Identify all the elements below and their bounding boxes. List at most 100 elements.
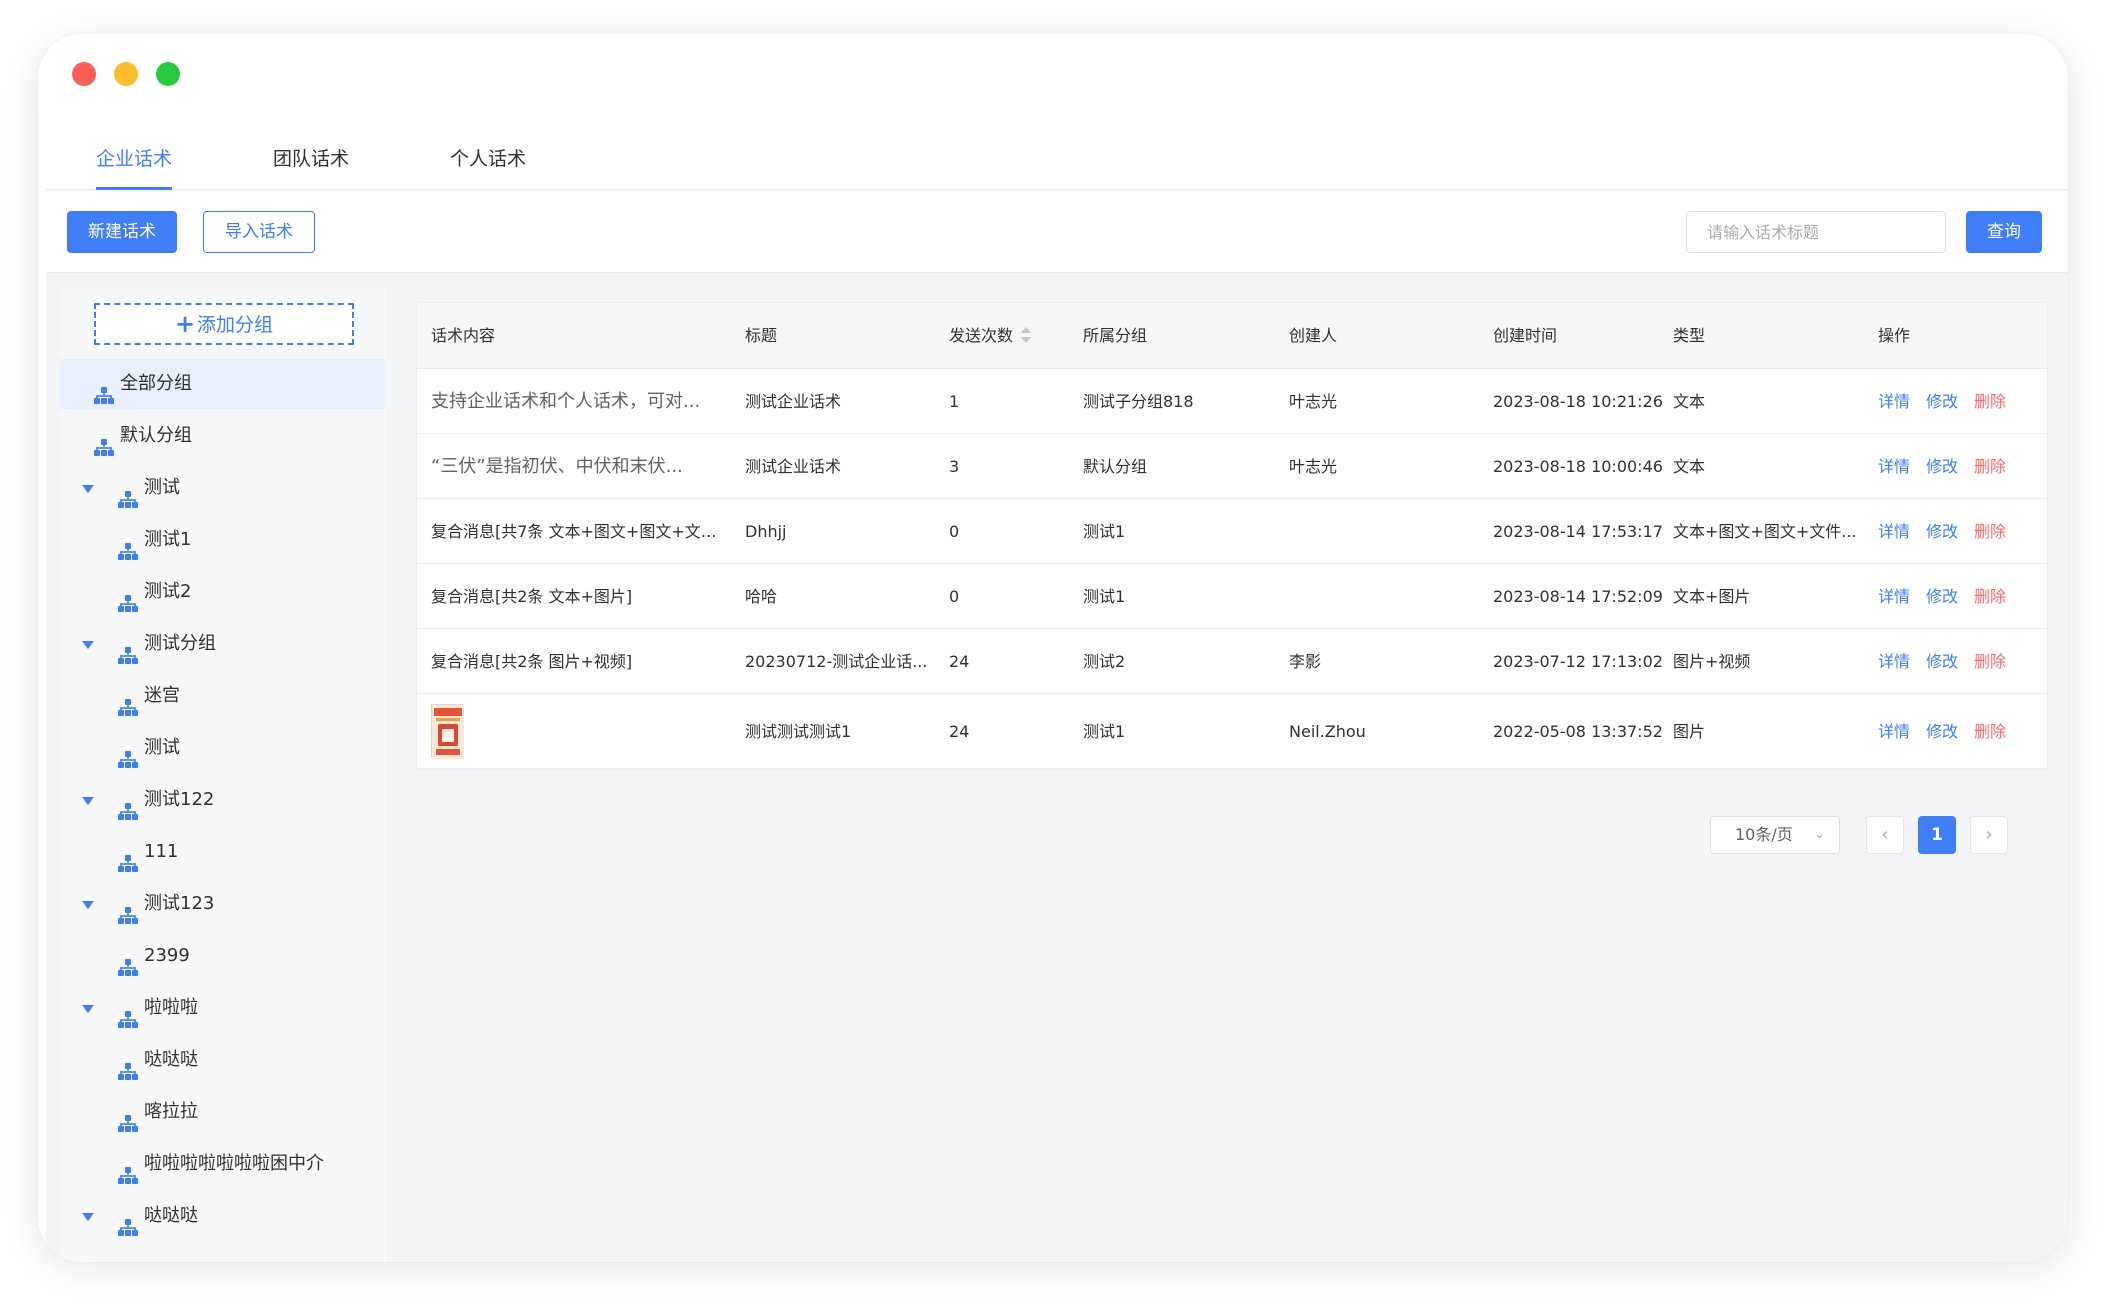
tree-item-label: 2399	[144, 945, 190, 966]
tree-item[interactable]: 111	[60, 827, 386, 877]
cell-created-time: 2022-05-08 13:37:52	[1493, 722, 1663, 741]
tab-personal-scripts[interactable]: 个人话术	[450, 126, 526, 190]
toolbar: 新建话术 导入话术 查询	[46, 191, 2068, 273]
edit-link[interactable]: 修改	[1926, 564, 1958, 629]
chevron-right-icon: ›	[1985, 824, 1993, 845]
group-sidebar: + 添加分组 全部分组 默认分组 测试 测试1 测试2 测试分组 迷宫 测试 测试122 111 测试…	[60, 289, 386, 1262]
send-count-label: 发送次数	[949, 326, 1014, 345]
maximize-window-button[interactable]	[156, 62, 180, 86]
column-header-created-time: 创建时间	[1493, 326, 1558, 345]
tree-item[interactable]: 测试1	[60, 515, 386, 565]
page-size-select[interactable]: 10条/页 ⌄	[1710, 816, 1840, 854]
delete-link[interactable]: 删除	[1974, 499, 2006, 564]
query-button[interactable]: 查询	[1966, 211, 2042, 253]
table-row: 测试测试测试1 24 测试1 Neil.Zhou 2022-05-08 13:37:52…	[417, 694, 2047, 769]
detail-link[interactable]: 详情	[1878, 369, 1910, 434]
page-number-1[interactable]: 1	[1918, 816, 1956, 854]
group-icon	[94, 427, 114, 456]
tree-item[interactable]: 测试122	[60, 775, 386, 825]
detail-link[interactable]: 详情	[1878, 694, 1910, 769]
delete-link[interactable]: 删除	[1974, 434, 2006, 499]
edit-link[interactable]: 修改	[1926, 434, 1958, 499]
prev-page-button[interactable]: ‹	[1866, 816, 1904, 854]
tree-item[interactable]: 哒哒哒	[60, 1191, 386, 1241]
image-thumbnail[interactable]	[431, 704, 464, 759]
tree-item[interactable]: 喀拉拉	[60, 1087, 386, 1137]
tree-item[interactable]: 测试分组	[60, 619, 386, 669]
tree-item-label: 测试2	[144, 581, 192, 602]
edit-link[interactable]: 修改	[1926, 369, 1958, 434]
tree-item[interactable]: 啦啦啦	[60, 983, 386, 1033]
cell-send-count: 1	[949, 392, 960, 411]
cell-type: 文本+图文+图文+文件...	[1673, 522, 1857, 541]
search-input[interactable]	[1686, 211, 1946, 253]
minimize-window-button[interactable]	[114, 62, 138, 86]
cell-type: 文本	[1673, 392, 1706, 411]
delete-link[interactable]: 删除	[1974, 369, 2006, 434]
tree-item[interactable]: 测试	[60, 723, 386, 773]
column-header-type: 类型	[1673, 326, 1706, 345]
cell-title: 20230712-测试企业话...	[745, 652, 928, 671]
cell-creator	[1289, 499, 1479, 564]
detail-link[interactable]: 详情	[1878, 434, 1910, 499]
caret-down-icon[interactable]	[82, 485, 94, 493]
caret-down-icon[interactable]	[82, 1213, 94, 1221]
cell-created-time: 2023-08-14 17:53:17	[1493, 522, 1663, 541]
column-header-actions: 操作	[1878, 326, 1911, 345]
tree-item[interactable]: 测试123	[60, 879, 386, 929]
cell-send-count: 0	[949, 522, 960, 541]
group-icon	[118, 583, 138, 612]
tab-team-scripts[interactable]: 团队话术	[273, 126, 349, 190]
cell-type: 文本	[1673, 457, 1706, 476]
caret-down-icon[interactable]	[82, 641, 94, 649]
sort-icon[interactable]	[1021, 327, 1032, 343]
cell-send-count: 3	[949, 457, 960, 476]
add-group-button[interactable]: + 添加分组	[94, 303, 354, 345]
detail-link[interactable]: 详情	[1878, 629, 1910, 694]
group-icon	[118, 687, 138, 716]
column-header-send-count[interactable]: 发送次数	[949, 303, 1032, 369]
edit-link[interactable]: 修改	[1926, 499, 1958, 564]
delete-link[interactable]: 删除	[1974, 564, 2006, 629]
cell-created-time: 2023-08-14 17:52:09	[1493, 587, 1663, 606]
table-row: 复合消息[共2条 文本+图片] 哈哈 0 测试1 2023-08-14 17:52:09…	[417, 564, 2047, 629]
tree-item[interactable]: 哒哒哒	[60, 1035, 386, 1085]
tree-item[interactable]: 啦啦啦啦啦啦啦困中介	[60, 1139, 386, 1189]
tree-item[interactable]: 2399	[60, 931, 386, 981]
cell-group: 测试1	[1083, 522, 1126, 541]
tree-item-label: 迷宫	[144, 685, 180, 706]
cell-creator: 叶志光	[1289, 392, 1338, 411]
caret-down-icon[interactable]	[82, 1005, 94, 1013]
tree-item[interactable]: 全部分组	[60, 359, 386, 409]
next-page-button[interactable]: ›	[1970, 816, 2008, 854]
cell-content: “三伏”是指初伏、中伏和末伏...	[431, 456, 683, 477]
tab-enterprise-scripts[interactable]: 企业话术	[96, 126, 173, 190]
group-icon	[118, 791, 138, 820]
close-window-button[interactable]	[72, 62, 96, 86]
cell-created-time: 2023-08-18 10:21:26	[1493, 392, 1663, 411]
edit-link[interactable]: 修改	[1926, 694, 1958, 769]
table-row: 支持企业话术和个人话术，可对... 测试企业话术 1 测试子分组818 叶志光 2023-…	[417, 369, 2047, 434]
tree-item[interactable]: 测试	[60, 463, 386, 513]
tree-item[interactable]: 测试2	[60, 567, 386, 617]
tree-item[interactable]: 迷宫	[60, 671, 386, 721]
cell-creator: 叶志光	[1289, 457, 1338, 476]
delete-link[interactable]: 删除	[1974, 629, 2006, 694]
detail-link[interactable]: 详情	[1878, 499, 1910, 564]
delete-link[interactable]: 删除	[1974, 694, 2006, 769]
cell-group: 默认分组	[1083, 457, 1148, 476]
cell-creator: Neil.Zhou	[1289, 722, 1366, 741]
import-script-button[interactable]: 导入话术	[203, 211, 315, 253]
caret-down-icon[interactable]	[82, 797, 94, 805]
group-icon	[118, 531, 138, 560]
chevron-left-icon: ‹	[1881, 824, 1889, 845]
tree-item[interactable]: 默认分组	[60, 411, 386, 461]
group-icon	[118, 947, 138, 976]
detail-link[interactable]: 详情	[1878, 564, 1910, 629]
edit-link[interactable]: 修改	[1926, 629, 1958, 694]
caret-down-icon[interactable]	[82, 901, 94, 909]
table-row: 复合消息[共2条 图片+视频] 20230712-测试企业话... 24 测试2 李影 2…	[417, 629, 2047, 694]
tree-item-label: 测试	[144, 477, 180, 498]
new-script-button[interactable]: 新建话术	[67, 211, 177, 253]
cell-created-time: 2023-08-18 10:00:46	[1493, 457, 1663, 476]
